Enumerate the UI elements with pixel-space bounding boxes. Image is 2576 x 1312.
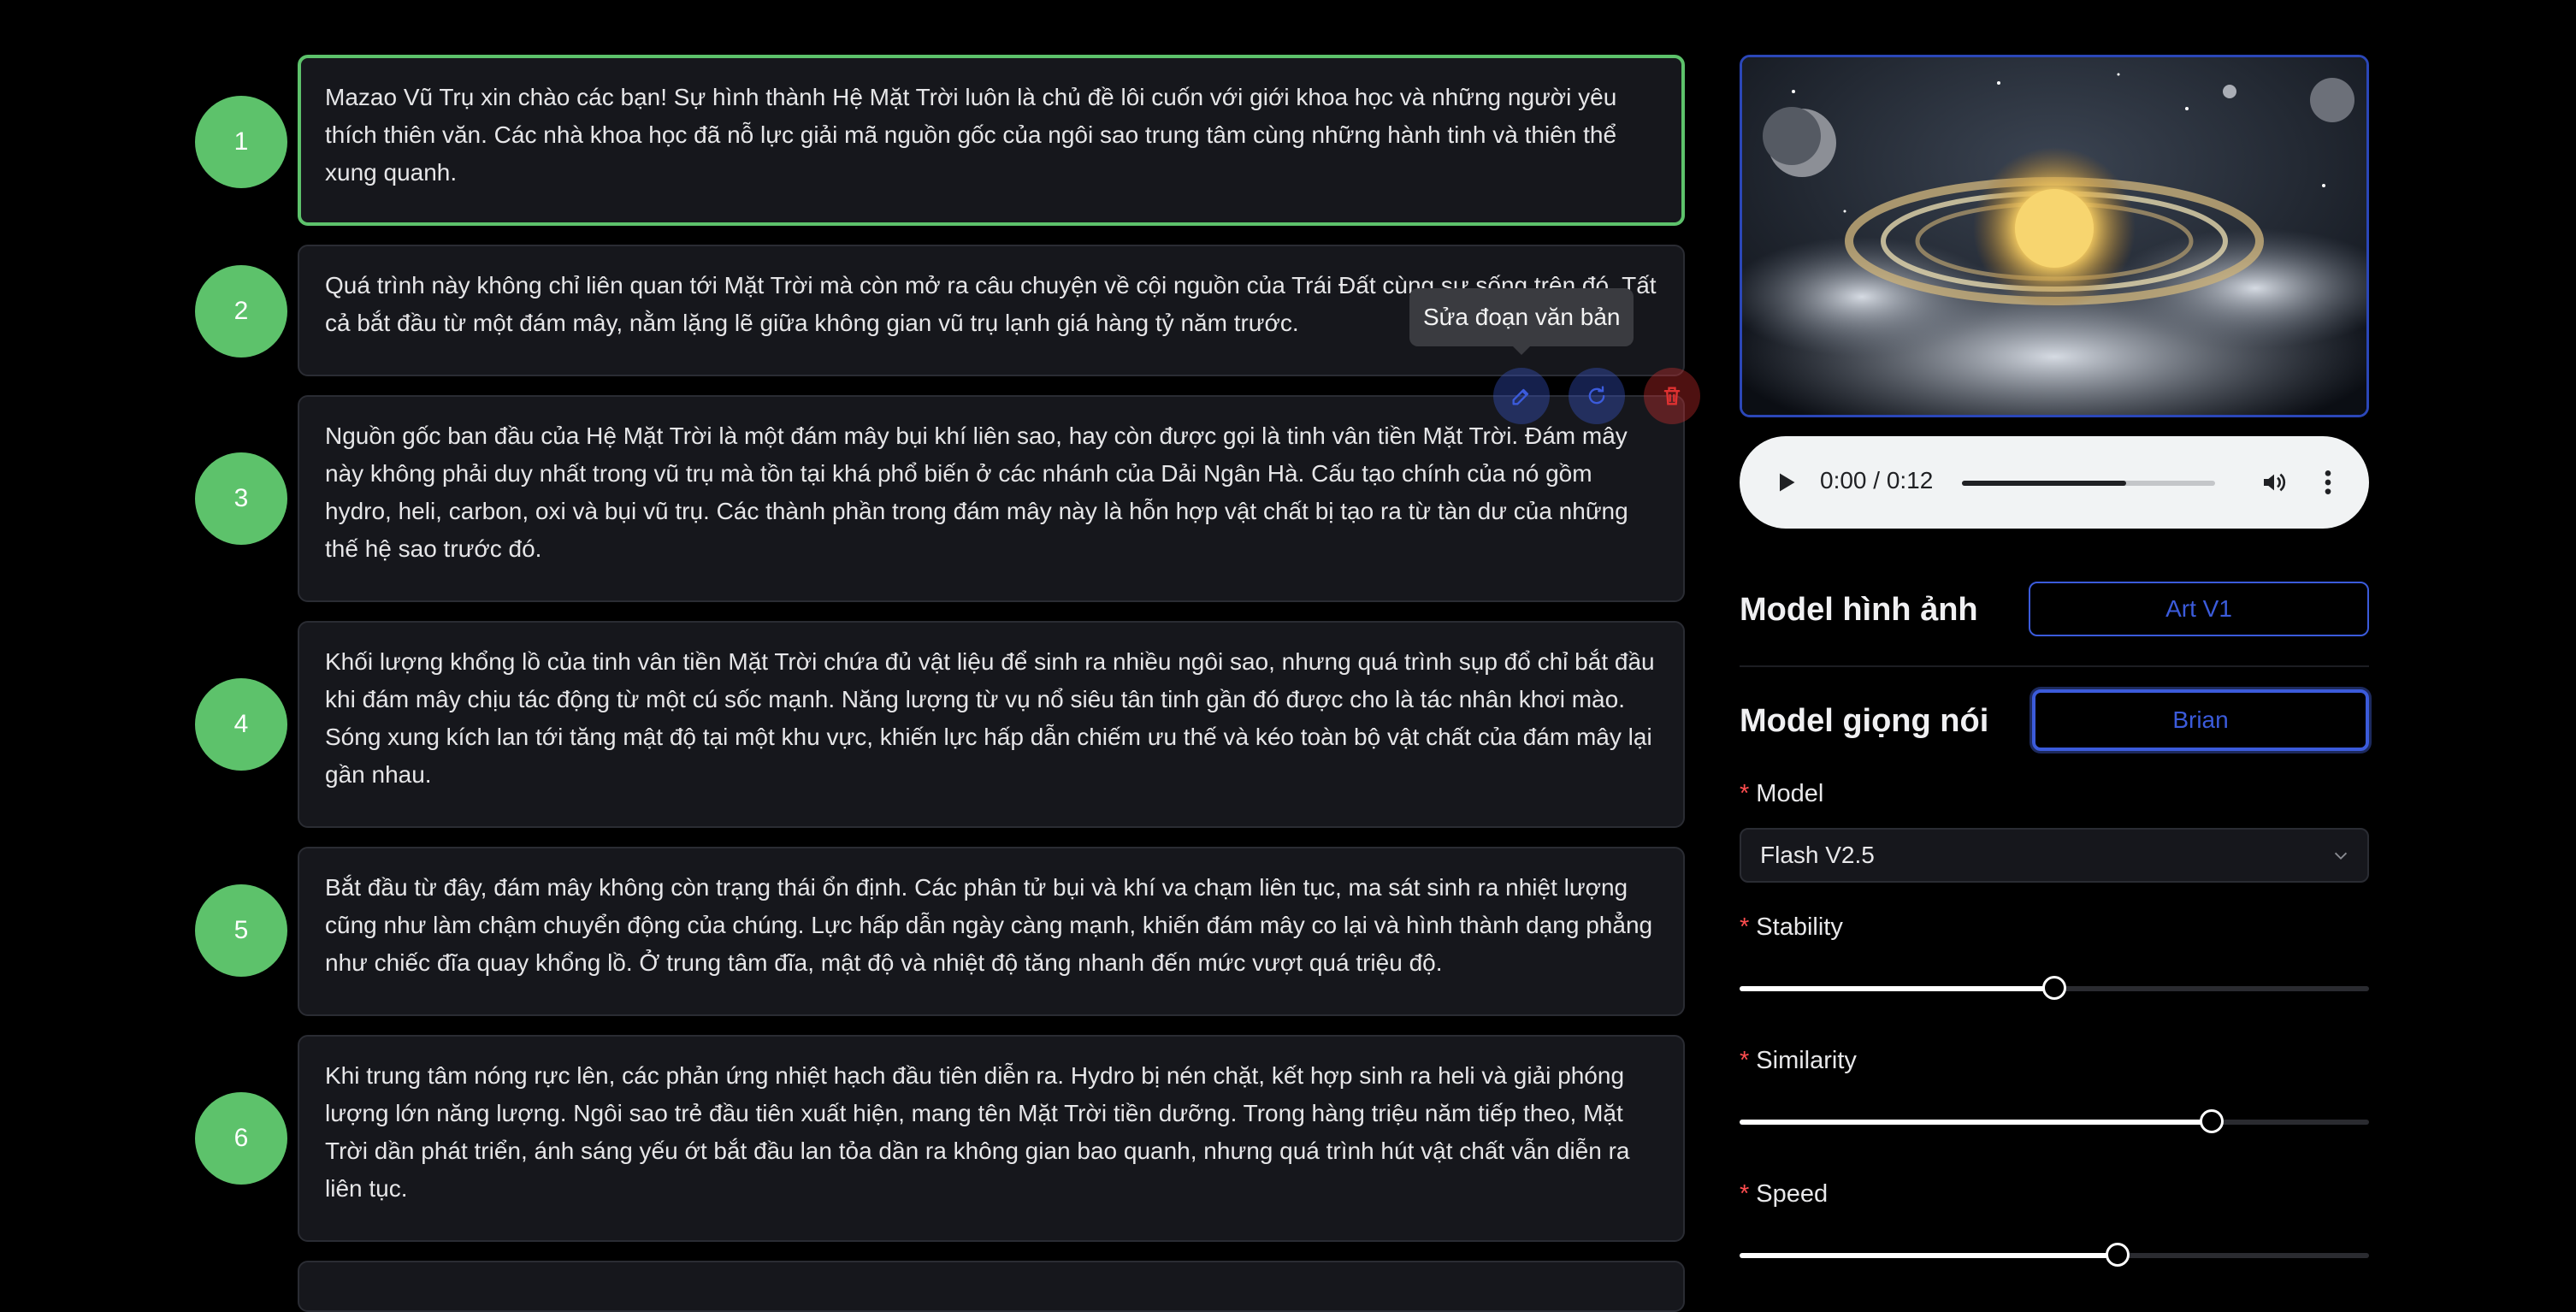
speed-field-label: * Speed bbox=[1740, 1180, 1829, 1208]
edit-tooltip: Sửa đoạn văn bản bbox=[1409, 288, 1634, 355]
refresh-icon bbox=[1588, 386, 1605, 405]
segment-text: Bắt đầu từ đây, đám mây không còn trạng … bbox=[325, 874, 1653, 976]
audio-progress-bar[interactable] bbox=[1962, 481, 2215, 486]
segment-card-1[interactable]: Mazao Vũ Trụ xin chào các bạn! Sự hình t… bbox=[298, 55, 1685, 226]
segment-number-1: 1 bbox=[195, 96, 287, 188]
voice-model-button[interactable]: Brian bbox=[2032, 689, 2369, 751]
segment-text: Khi trung tâm nóng rực lên, các phản ứng… bbox=[325, 1062, 1630, 1202]
segment-card-6[interactable]: Khi trung tâm nóng rực lên, các phản ứng… bbox=[298, 1035, 1685, 1242]
slider-handle[interactable] bbox=[2042, 976, 2066, 1000]
regenerate-segment-button[interactable] bbox=[1569, 368, 1625, 424]
similarity-field-label: * Similarity bbox=[1740, 1047, 1857, 1074]
delete-segment-button[interactable] bbox=[1644, 368, 1700, 424]
model-select[interactable]: Flash V2.5 bbox=[1740, 828, 2369, 883]
play-icon[interactable] bbox=[1774, 470, 1798, 494]
segment-card-4[interactable]: Khối lượng khổng lồ của tinh vân tiền Mặ… bbox=[298, 621, 1685, 828]
divider bbox=[1740, 665, 2369, 667]
segment-text: Khối lượng khổng lồ của tinh vân tiền Mặ… bbox=[325, 648, 1655, 788]
audio-time: 0:00 / 0:12 bbox=[1820, 467, 1934, 493]
model-field-label: * Model bbox=[1740, 780, 1824, 807]
image-model-label: Model hình ảnh bbox=[1740, 592, 1978, 628]
segment-number-5: 5 bbox=[195, 884, 287, 977]
more-options-icon[interactable] bbox=[2321, 469, 2335, 496]
segment-list: 1 Mazao Vũ Trụ xin chào các bạn! Sự hình… bbox=[0, 0, 1710, 1312]
segment-card-7[interactable] bbox=[298, 1261, 1685, 1312]
segment-number-3: 3 bbox=[195, 452, 287, 545]
similarity-slider[interactable] bbox=[1740, 1108, 2369, 1134]
model-select-value: Flash V2.5 bbox=[1760, 842, 1875, 868]
settings-panel: 0:00 / 0:12 Model hình ảnh Art V1 Model … bbox=[1740, 0, 2369, 1297]
audio-progress-fill bbox=[1962, 481, 2127, 486]
segment-image[interactable] bbox=[1740, 55, 2369, 417]
chevron-down-icon bbox=[2334, 852, 2348, 860]
stability-slider[interactable] bbox=[1740, 975, 2369, 1001]
edit-segment-button[interactable] bbox=[1493, 368, 1550, 424]
trash-icon bbox=[1663, 387, 1681, 405]
edit-icon bbox=[1512, 388, 1529, 405]
space-scene-image bbox=[1742, 57, 2366, 415]
stability-field-label: * Stability bbox=[1740, 913, 1843, 941]
volume-icon[interactable] bbox=[2260, 469, 2289, 496]
slider-handle[interactable] bbox=[2200, 1109, 2224, 1133]
segment-number-2: 2 bbox=[195, 265, 287, 358]
segment-card-3[interactable]: Nguồn gốc ban đầu của Hệ Mặt Trời là một… bbox=[298, 395, 1685, 602]
segment-card-5[interactable]: Bắt đầu từ đây, đám mây không còn trạng … bbox=[298, 847, 1685, 1016]
speed-slider[interactable] bbox=[1740, 1242, 2369, 1268]
audio-player[interactable]: 0:00 / 0:12 bbox=[1740, 436, 2369, 529]
segment-number-6: 6 bbox=[195, 1092, 287, 1185]
slider-handle[interactable] bbox=[2105, 1243, 2130, 1267]
voice-model-label: Model giọng nói bbox=[1740, 703, 1989, 739]
image-model-button[interactable]: Art V1 bbox=[2029, 582, 2369, 636]
segment-number-4: 4 bbox=[195, 678, 287, 771]
segment-text: Mazao Vũ Trụ xin chào các bạn! Sự hình t… bbox=[325, 84, 1617, 186]
segment-text: Nguồn gốc ban đầu của Hệ Mặt Trời là một… bbox=[325, 423, 1628, 562]
